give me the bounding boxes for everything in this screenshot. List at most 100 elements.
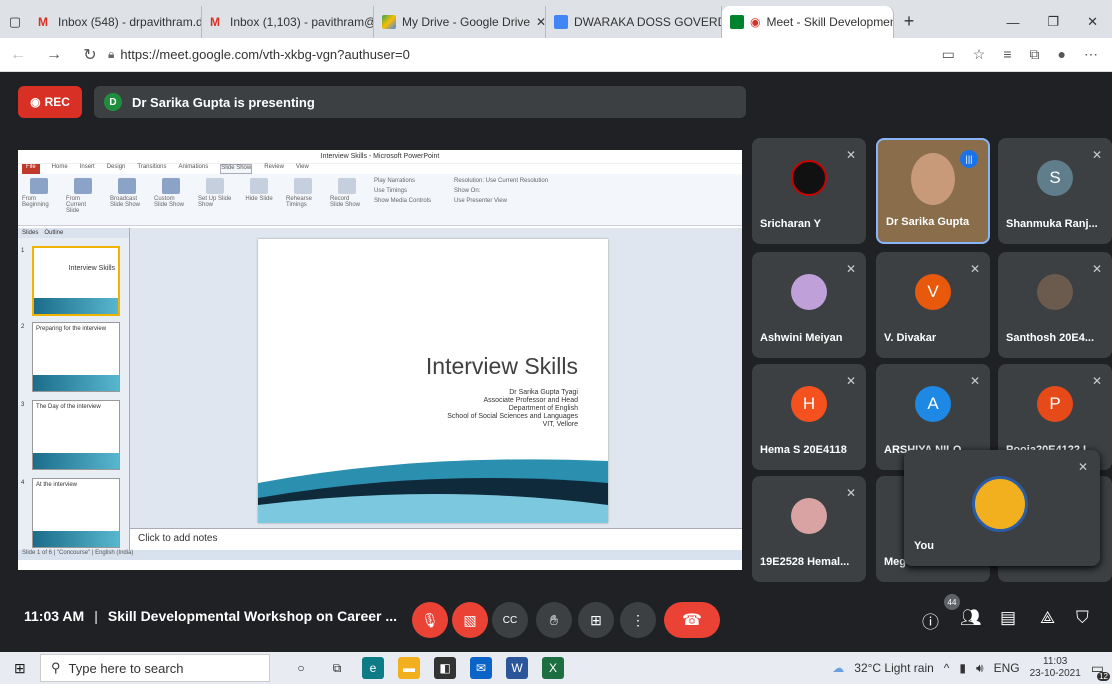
rehearse-button[interactable]: Rehearse Timings [286, 178, 320, 221]
mic-toggle-button[interactable]: 🎙︎ [412, 602, 448, 638]
activities-icon[interactable]: ⟁ [1040, 608, 1055, 628]
present-button[interactable]: ⊞ [578, 602, 614, 638]
clock[interactable]: 11:03 23-10-2021 [1030, 656, 1081, 680]
info-icon[interactable]: ⓘ [922, 608, 939, 633]
tab-gmail-1[interactable]: M Inbox (548) - drpavithram.dg✕ [30, 6, 202, 38]
tab-meet[interactable]: ◉ Meet - Skill Developmen✕ [722, 6, 894, 38]
favorites-list-icon[interactable]: ≡ [1003, 46, 1011, 63]
participant-tile[interactable]: ✕ S Shanmuka Ranj... [998, 138, 1112, 244]
resolution-select[interactable]: Resolution: Use Current Resolution [454, 178, 584, 184]
taskbar-search[interactable]: ⚲ Type here to search [40, 654, 270, 682]
camera-toggle-button[interactable]: ▧ [452, 602, 488, 638]
lock-icon: 🔒︎ [108, 47, 115, 61]
profile-icon[interactable]: ● [1058, 46, 1066, 63]
notifications-icon[interactable]: ▭ 12 [1091, 660, 1110, 681]
file-explorer-icon[interactable]: ▬ [398, 657, 420, 679]
cortana-icon[interactable]: ○ [290, 657, 312, 679]
media-controls-checkbox[interactable]: Show Media Controls [374, 198, 444, 204]
outline-tab[interactable]: Outline [44, 230, 63, 236]
slide-thumbnail[interactable]: Interview Skills [32, 246, 120, 316]
avatar: H [791, 386, 827, 423]
custom-show-button[interactable]: Custom Slide Show [154, 178, 188, 221]
store-icon[interactable]: ◧ [434, 657, 456, 679]
language-indicator[interactable]: ENG [994, 661, 1020, 675]
tab-transitions[interactable]: Transitions [137, 164, 166, 174]
recording-badge[interactable]: ◉ REC [18, 86, 82, 118]
back-icon[interactable]: ← [0, 46, 36, 64]
excel-icon[interactable]: X [542, 657, 564, 679]
cast-icon[interactable]: ▭ [942, 46, 955, 63]
slide-thumbnail[interactable]: At the interview [32, 478, 120, 548]
from-beginning-button[interactable]: From Beginning [22, 178, 56, 221]
more-options-button[interactable]: ⋮ [620, 602, 656, 638]
chevron-up-icon[interactable]: ^ [944, 661, 950, 675]
participant-tile[interactable]: ✕ Santhosh 20E4... [998, 252, 1112, 358]
favorite-icon[interactable]: ☆ [973, 46, 986, 63]
tab-file[interactable]: File [22, 164, 40, 174]
participant-tile-active[interactable]: ||| Dr Sarika Gupta [876, 138, 990, 244]
self-view-tile[interactable]: ✕ You [904, 450, 1100, 566]
slide-thumbnail[interactable]: Preparing for the interview [32, 322, 120, 392]
search-icon: ⚲ [51, 660, 61, 675]
meeting-title: Skill Developmental Workshop on Career .… [107, 608, 398, 624]
slide-number: 3 [21, 402, 25, 408]
participant-tile[interactable]: ✕ Ashwini Meiyan [752, 252, 866, 358]
use-timings-checkbox[interactable]: Use Timings [374, 188, 444, 194]
captions-icon: CC [502, 614, 518, 626]
ribbon-label: From Current Slide [66, 196, 87, 214]
slides-tab[interactable]: Slides [22, 230, 38, 236]
tab-insert[interactable]: Insert [80, 164, 95, 174]
weather-text[interactable]: 32°C Light rain [854, 661, 934, 675]
setup-show-button[interactable]: Set Up Slide Show [198, 178, 232, 221]
current-slide[interactable]: Interview Skills Dr Sarika Gupta Tyagi A… [258, 239, 608, 523]
host-controls-icon[interactable]: ⛉ [1076, 608, 1089, 628]
forward-icon[interactable]: → [36, 46, 72, 64]
slide-thumbnail[interactable]: The Day of the interview [32, 400, 120, 470]
ribbon-label: Hide Slide [245, 196, 273, 202]
captions-button[interactable]: CC [492, 602, 528, 638]
participant-tile[interactable]: ✕ H Hema S 20E4118 [752, 364, 866, 470]
record-show-button[interactable]: Record Slide Show [330, 178, 364, 221]
windows-start-icon[interactable]: ⊞ [14, 660, 26, 677]
tab-view[interactable]: View [296, 164, 309, 174]
tab-gmail-2[interactable]: M Inbox (1,103) - pavithram@dc✕ [202, 6, 374, 38]
minimize-icon[interactable]: — [1006, 15, 1019, 30]
participant-name: 19E2528 Hemal... [760, 556, 850, 568]
word-icon[interactable]: W [506, 657, 528, 679]
tab-review[interactable]: Review [264, 164, 284, 174]
close-icon[interactable]: ✕ [536, 15, 545, 29]
hang-up-button[interactable]: ☎ [664, 602, 720, 638]
restore-icon[interactable]: ❐ [1047, 14, 1059, 30]
chat-icon[interactable]: ▤ [1000, 608, 1016, 628]
tab-design[interactable]: Design [107, 164, 126, 174]
show-on-select[interactable]: Show On: [454, 188, 584, 194]
people-icon[interactable]: 👥︎ [960, 608, 982, 628]
edge-icon[interactable]: e [362, 657, 384, 679]
participant-tile[interactable]: ✕ V V. Divakar [876, 252, 990, 358]
from-current-button[interactable]: From Current Slide [66, 178, 100, 221]
hide-slide-button[interactable]: Hide Slide [242, 178, 276, 221]
window-close-icon[interactable]: ✕ [1087, 14, 1098, 30]
reload-icon[interactable]: ↻ [72, 45, 108, 65]
mail-icon[interactable]: ✉ [470, 657, 492, 679]
network-icon[interactable]: ▮ [959, 661, 966, 675]
tab-drive[interactable]: My Drive - Google Drive ✕ [374, 6, 546, 38]
volume-icon[interactable]: 🔊︎ [976, 661, 984, 676]
tab-animations[interactable]: Animations [179, 164, 209, 174]
url-input[interactable]: https://meet.google.com/vth-xkbg-vgn?aut… [120, 47, 941, 62]
new-tab-button[interactable]: + [894, 6, 924, 38]
more-icon[interactable]: ⋯ [1084, 46, 1098, 63]
tab-actions-icon[interactable]: ▢ [0, 6, 30, 38]
presenter-view-checkbox[interactable]: Use Presenter View [454, 198, 584, 204]
task-view-icon[interactable]: ⧉ [326, 657, 348, 679]
collections-icon[interactable]: ⧉ [1030, 46, 1040, 63]
tab-home[interactable]: Home [52, 164, 68, 174]
tab-slide-show[interactable]: Slide Show [220, 164, 253, 174]
broadcast-button[interactable]: Broadcast Slide Show [110, 178, 144, 221]
raise-hand-button[interactable]: ✋︎ [536, 602, 572, 638]
participant-tile[interactable]: ✕ 19E2528 Hemal... [752, 476, 866, 582]
play-narrations-checkbox[interactable]: Play Narrations [374, 178, 444, 184]
participant-tile[interactable]: ✕ Sricharan Y [752, 138, 866, 244]
tab-calendar[interactable]: DWARAKA DOSS GOVERDHA✕ [546, 6, 722, 38]
notes-field[interactable]: Click to add notes [130, 528, 742, 550]
